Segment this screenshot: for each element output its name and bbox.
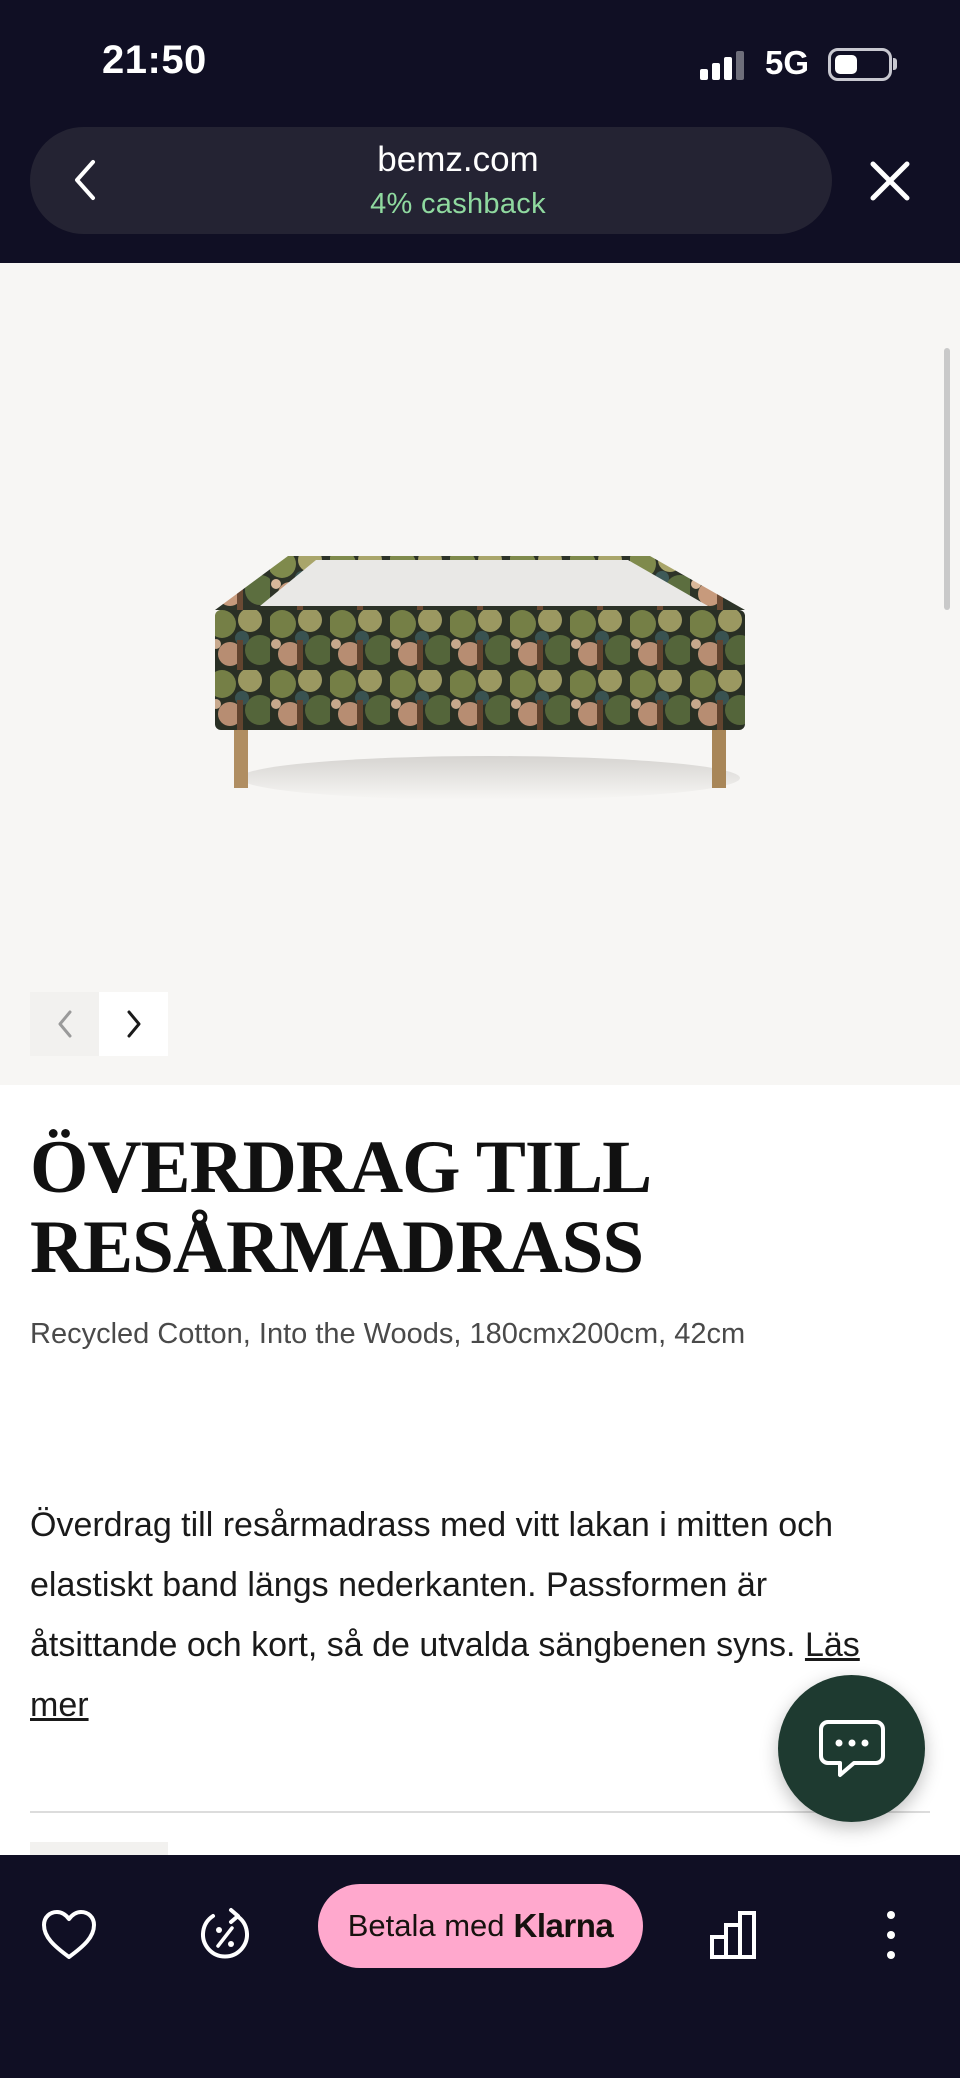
description-text: Överdrag till resårmadrass med vitt laka… [30, 1506, 834, 1664]
cashback-activity-button[interactable] [190, 1900, 260, 1970]
gallery-prev-button[interactable] [30, 992, 99, 1056]
gallery-nav [30, 992, 168, 1056]
product-image[interactable] [210, 550, 750, 810]
price-history-button[interactable] [700, 1900, 770, 1970]
close-icon [870, 161, 910, 201]
product-variant: Recycled Cotton, Into the Woods, 180cmx2… [30, 1318, 746, 1350]
back-button[interactable] [60, 155, 110, 205]
signal-icon [700, 50, 746, 80]
more-vertical-icon [887, 1911, 895, 1959]
klarna-prefix: Betala med [347, 1908, 505, 1943]
chevron-right-icon [127, 1010, 140, 1038]
chat-button[interactable] [778, 1675, 925, 1822]
back-chevron-icon [75, 160, 95, 200]
chevron-left-icon [58, 1010, 71, 1038]
network-type: 5G [765, 44, 810, 81]
cashback-label[interactable]: 4% cashback [280, 188, 636, 221]
battery-tip [893, 58, 897, 70]
klarna-pay-button[interactable]: Betala med Klarna [318, 1884, 643, 1968]
scroll-indicator[interactable] [944, 348, 950, 610]
bar-chart-icon [710, 1911, 756, 1959]
gallery-next-button[interactable] [99, 992, 168, 1056]
product-title: ÖVERDRAG TILL RESÅRMADRASS [30, 1128, 910, 1288]
chat-bubble-icon [818, 1719, 885, 1777]
product-title-line-1: ÖVERDRAG TILL [30, 1126, 652, 1209]
url-domain[interactable]: bemz.com [280, 140, 636, 180]
status-time: 21:50 [102, 38, 207, 82]
close-button[interactable] [862, 153, 918, 209]
product-title-line-2: RESÅRMADRASS [30, 1206, 644, 1289]
klarna-logo: Klarna [513, 1907, 614, 1944]
heart-icon [42, 1910, 96, 1959]
more-menu-button[interactable] [856, 1900, 926, 1970]
cashback-timer-icon [201, 1908, 249, 1959]
next-section-peek [30, 1842, 168, 1856]
favorite-button[interactable] [34, 1900, 104, 1970]
product-description: Överdrag till resårmadrass med vitt laka… [30, 1495, 910, 1735]
battery-icon [828, 48, 892, 81]
divider [30, 1811, 930, 1813]
